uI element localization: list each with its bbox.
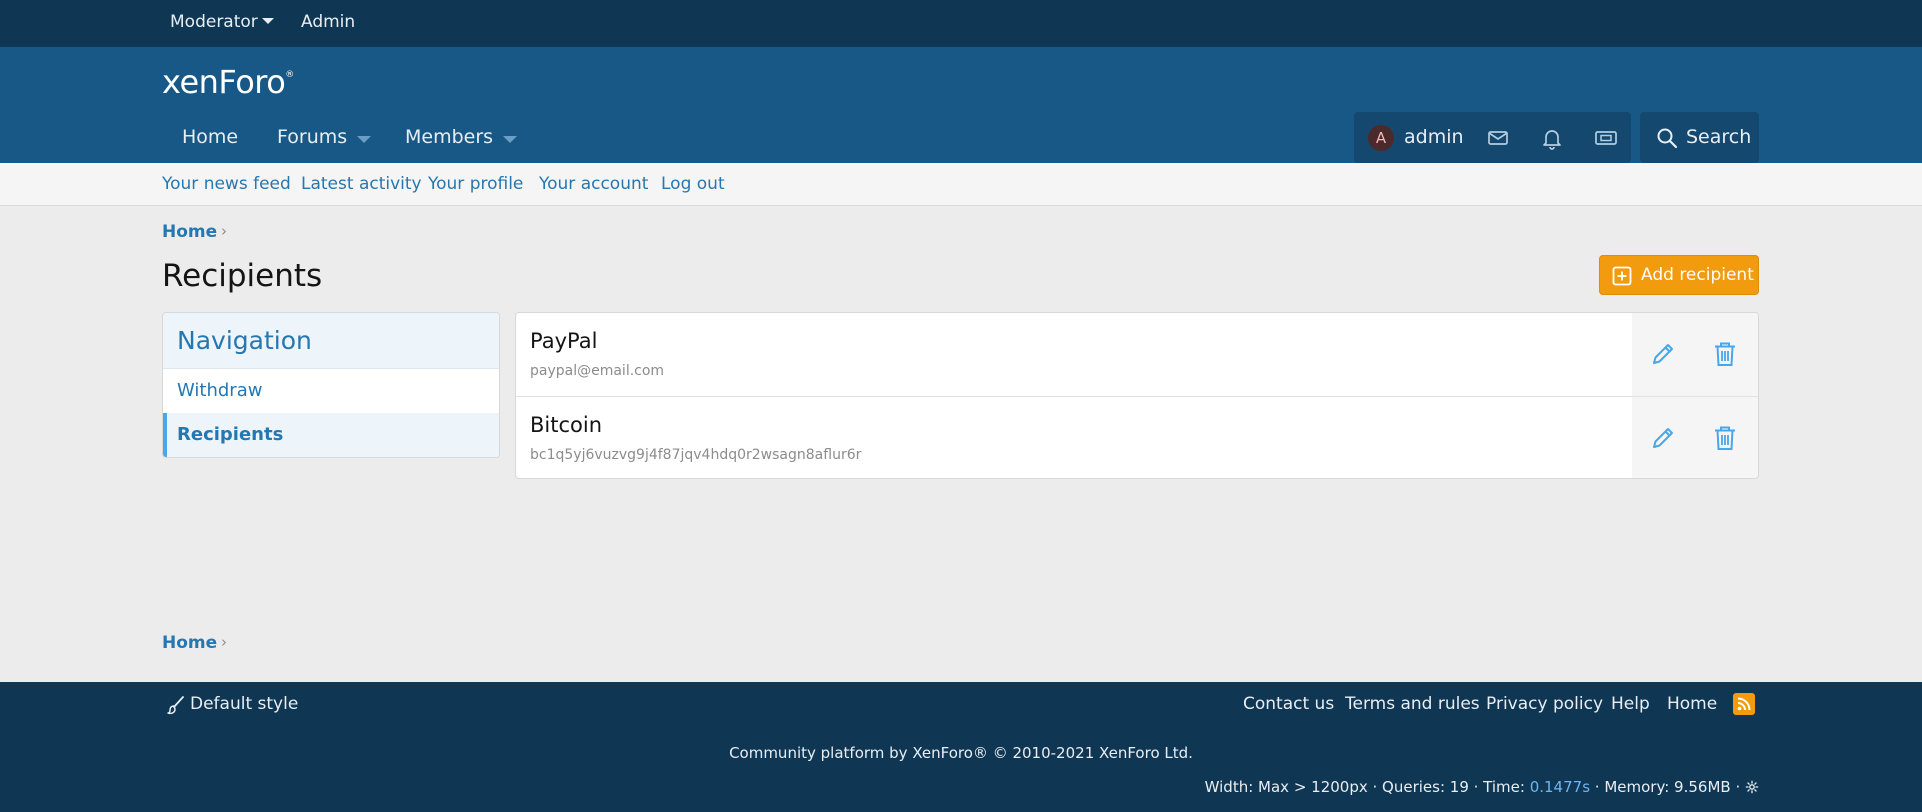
list-item: PayPal paypal@email.com [516, 313, 1758, 396]
gear-icon[interactable] [1745, 780, 1759, 794]
sub-navigation: Your news feed Latest activity Your prof… [0, 163, 1922, 206]
side-navigation-header: Navigation [163, 313, 499, 369]
debug-prefix: Width: Max > 1200px · Queries: 19 · Time… [1204, 778, 1530, 796]
footer-link-home[interactable]: Home [1667, 694, 1717, 714]
ticket-icon[interactable] [1594, 126, 1618, 150]
subnav-latest-activity[interactable]: Latest activity [301, 174, 422, 194]
recipient-detail: bc1q5yj6vuzvg9j4f87jqv4hdq0r2wsagn8aflur… [530, 447, 862, 463]
debug-time: 0.1477s [1529, 778, 1591, 796]
site-footer: Default style Contact us Terms and rules… [0, 682, 1922, 812]
edit-icon[interactable] [1648, 339, 1678, 369]
side-navigation-title: Navigation [177, 326, 312, 355]
debug-info: Width: Max > 1200px · Queries: 19 · Time… [1205, 778, 1759, 796]
plus-square-icon [1612, 266, 1632, 286]
recipient-detail: paypal@email.com [530, 363, 665, 379]
trash-icon[interactable] [1710, 423, 1740, 453]
add-recipient-label: Add recipient [1641, 265, 1754, 285]
search-icon [1657, 128, 1678, 149]
recipient-name: PayPal [530, 329, 598, 353]
recipient-actions [1632, 397, 1758, 478]
inbox-icon[interactable] [1486, 126, 1510, 150]
site-logo[interactable]: xenForo® [162, 63, 294, 101]
footer-link-terms[interactable]: Terms and rules [1345, 694, 1480, 714]
nav-members[interactable]: Members [405, 126, 493, 148]
logo-text: xenForo [162, 63, 286, 101]
nav-forums[interactable]: Forums [277, 126, 347, 148]
subnav-log-out[interactable]: Log out [661, 174, 725, 194]
chevron-down-icon [261, 18, 274, 24]
paint-brush-icon [167, 696, 184, 715]
user-toolbar: A admin [1354, 112, 1631, 163]
side-navigation: Navigation Withdraw Recipients [162, 312, 500, 458]
recipient-actions [1632, 313, 1758, 396]
subnav-news-feed[interactable]: Your news feed [162, 174, 291, 194]
recipient-list: PayPal paypal@email.com Bitcoin bc1q5yj6… [515, 312, 1759, 479]
breadcrumb-home-bottom[interactable]: Home [162, 633, 217, 653]
moderator-label: Moderator [170, 12, 258, 32]
username-link[interactable]: admin [1404, 126, 1464, 148]
list-item: Bitcoin bc1q5yj6vuzvg9j4f87jqv4hdq0r2wsa… [516, 396, 1758, 478]
search-button[interactable]: Search [1640, 112, 1759, 163]
avatar[interactable]: A [1368, 125, 1394, 151]
debug-suffix: · Memory: 9.56MB · [1590, 778, 1745, 796]
admin-link[interactable]: Admin [301, 12, 355, 32]
search-label: Search [1686, 126, 1752, 148]
trash-icon[interactable] [1710, 339, 1740, 369]
edit-icon[interactable] [1648, 423, 1678, 453]
forums-dropdown-icon[interactable] [357, 136, 371, 143]
breadcrumb-home-top[interactable]: Home [162, 222, 217, 242]
chevron-right-icon: › [221, 222, 227, 240]
rss-glyph [1737, 697, 1751, 711]
bell-icon[interactable] [1540, 126, 1564, 150]
footer-link-contact[interactable]: Contact us [1243, 694, 1334, 714]
style-chooser[interactable]: Default style [190, 694, 298, 714]
sidenav-item-label: Recipients [177, 424, 284, 445]
recipient-name: Bitcoin [530, 413, 603, 437]
subnav-your-profile[interactable]: Your profile [428, 174, 523, 194]
moderator-menu[interactable]: Moderator [170, 12, 274, 32]
sidenav-item-withdraw[interactable]: Withdraw [163, 369, 499, 413]
sidenav-item-label: Withdraw [177, 380, 263, 401]
nav-home[interactable]: Home [182, 126, 238, 148]
copyright-text: Community platform by XenForo® © 2010-20… [729, 744, 1193, 762]
members-dropdown-icon[interactable] [503, 136, 517, 143]
footer-link-privacy[interactable]: Privacy policy [1486, 694, 1603, 714]
footer-link-help[interactable]: Help [1611, 694, 1650, 714]
site-header: xenForo® Home Forums Members A admin Sea… [0, 47, 1922, 163]
subnav-your-account[interactable]: Your account [539, 174, 648, 194]
page-title: Recipients [162, 258, 323, 294]
staff-bar: Moderator Admin [0, 0, 1922, 47]
chevron-right-icon: › [221, 633, 227, 651]
add-recipient-button[interactable]: Add recipient [1599, 255, 1759, 295]
logo-mark: ® [285, 70, 294, 80]
sidenav-item-recipients[interactable]: Recipients [163, 413, 499, 457]
rss-icon[interactable] [1733, 693, 1755, 715]
